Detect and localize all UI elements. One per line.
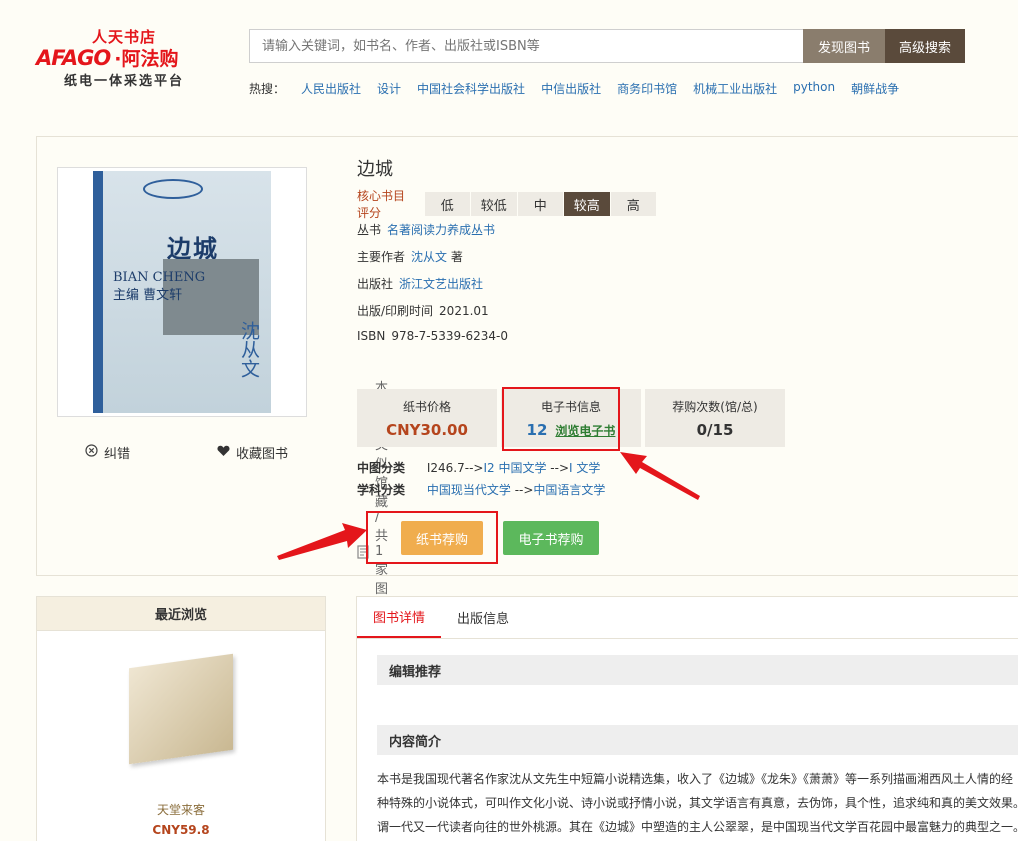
editor-recommendation-heading: 编辑推荐 [377, 655, 1018, 685]
recent-title: 最近浏览 [37, 597, 325, 631]
recent-book-cover[interactable] [129, 653, 233, 765]
book-details-panel: 图书详情 出版信息 编辑推荐 内容简介 本书是我国现代著名作家沈从文先生中短篇小… [356, 596, 1018, 841]
details-tabs: 图书详情 出版信息 [357, 597, 1018, 639]
recent-book-price: CNY59.8 [152, 823, 210, 837]
tab-publication-info[interactable]: 出版信息 [441, 597, 525, 638]
recent-browsing-panel: 最近浏览 天堂来客 CNY59.8 [36, 596, 326, 841]
summary-text: 本书是我国现代著名作家沈从文先生中短篇小说精选集，收入了《边城》《龙朱》《萧萧》… [377, 772, 1018, 834]
annotation-arrow-paper [277, 523, 367, 560]
recent-book-name[interactable]: 天堂来客 [37, 801, 325, 818]
summary-heading: 内容简介 [377, 725, 1018, 755]
tab-book-details[interactable]: 图书详情 [357, 597, 442, 638]
annotation-arrow-ebook [620, 452, 700, 500]
